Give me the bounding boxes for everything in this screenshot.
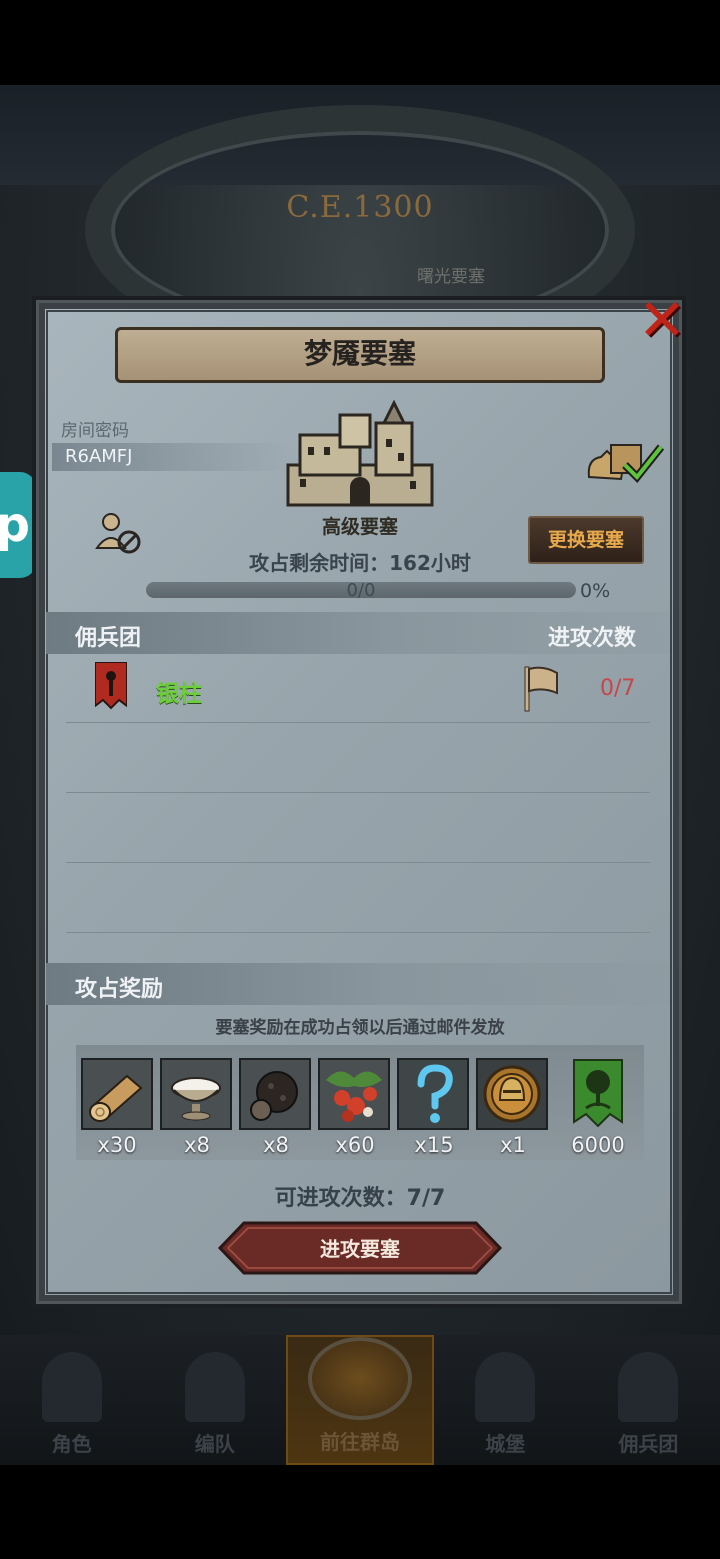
fortress-icon — [286, 399, 434, 507]
nav-label: 编队 — [194, 1432, 235, 1456]
truffle-icon — [239, 1058, 311, 1130]
nav-label: 佣兵团 — [618, 1432, 679, 1456]
attack-fortress-label: 进攻要塞 — [320, 1237, 400, 1261]
nav-item-formation[interactable]: 编队 — [143, 1335, 286, 1465]
attack-flag-icon — [524, 666, 558, 712]
character-icon — [41, 1352, 102, 1422]
attempts-remaining: 可进攻次数：7/7 — [274, 1186, 446, 1211]
salt-bowl-icon — [160, 1058, 232, 1130]
rewards-note: 要塞奖励在成功占领以后通过邮件发放 — [215, 1018, 505, 1038]
nav-label: 城堡 — [485, 1432, 526, 1456]
reward-item[interactable] — [81, 1058, 153, 1130]
reward-item[interactable] — [318, 1058, 390, 1130]
era-label: C.E.1300 — [286, 190, 434, 225]
knight-helmet-medal-icon — [476, 1058, 548, 1130]
list-divider — [66, 792, 650, 793]
fortress-name: 高级要塞 — [321, 516, 398, 538]
capture-progress-text: 0/0 — [346, 580, 376, 601]
wood-log-icon — [81, 1058, 153, 1130]
side-app-tab[interactable]: p — [0, 472, 36, 578]
loot-bag-check-icon[interactable] — [585, 437, 665, 485]
location-label: 曙光要塞 — [417, 267, 485, 287]
nav-item-castle[interactable]: 城堡 — [434, 1335, 577, 1465]
change-fortress-button[interactable]: 更换要塞 — [528, 516, 644, 564]
nav-item-character[interactable]: 角色 — [0, 1335, 143, 1465]
list-divider — [66, 722, 650, 723]
reward-quantity: 6000 — [571, 1133, 625, 1157]
berries-icon — [318, 1058, 390, 1130]
status-bar-area — [0, 0, 720, 85]
reward-item[interactable] — [476, 1058, 548, 1130]
no-guest-icon[interactable] — [95, 512, 143, 556]
bottom-nav: 角色 编队 前往群岛 城堡 佣兵团 — [0, 1335, 720, 1465]
reward-item[interactable] — [239, 1058, 311, 1130]
nav-label: 前往群岛 — [320, 1430, 400, 1454]
compass-icon — [308, 1337, 412, 1420]
dialog-title: 梦魇要塞 — [115, 327, 605, 383]
mercenary-icon — [618, 1352, 679, 1422]
nav-item-mercenary[interactable]: 佣兵团 — [577, 1335, 720, 1465]
mercenary-header: 佣兵团 — [75, 626, 142, 651]
attack-count-header: 进攻次数 — [548, 626, 637, 651]
room-password-value[interactable]: R6AMFJ — [65, 446, 132, 467]
nav-label: 角色 — [51, 1432, 92, 1456]
tree-banner-icon — [572, 1058, 624, 1130]
rewards-header: 攻占奖励 — [75, 977, 164, 1002]
reward-item[interactable] — [572, 1058, 644, 1130]
nav-item-islands[interactable]: 前往群岛 — [286, 1335, 434, 1465]
mercenary-attack-count: 0/7 — [600, 676, 636, 701]
list-divider — [66, 862, 650, 863]
list-divider — [66, 932, 650, 933]
time-remaining-text: 攻占剩余时间：162小时 — [249, 551, 471, 575]
reward-item[interactable] — [160, 1058, 232, 1130]
castle-icon — [475, 1352, 536, 1422]
mercenary-name[interactable]: 银柱 — [156, 674, 202, 708]
formation-icon — [184, 1352, 245, 1422]
capture-progress-percent: 0% — [580, 580, 611, 602]
mercenary-banner-icon — [95, 662, 127, 710]
mystery-question-icon — [397, 1058, 469, 1130]
reward-item[interactable] — [397, 1058, 469, 1130]
system-nav-area — [0, 1465, 720, 1559]
close-icon[interactable]: ✕ — [636, 291, 688, 349]
room-password-label: 房间密码 — [61, 421, 129, 441]
